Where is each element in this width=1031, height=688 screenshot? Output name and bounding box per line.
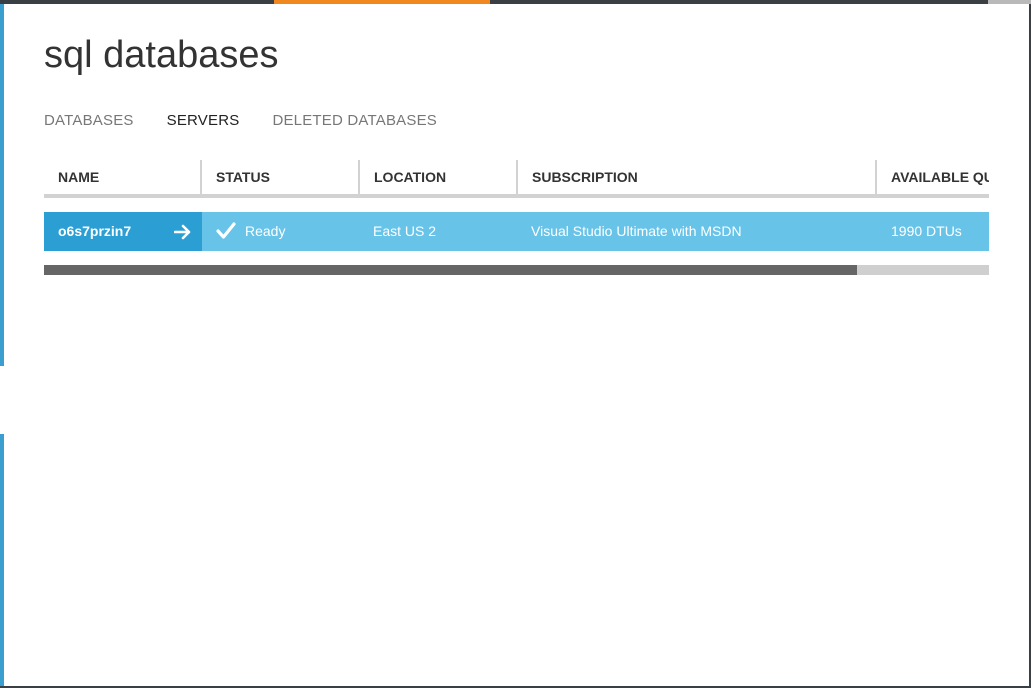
status-cell: Ready <box>202 212 358 251</box>
grid-header: NAME STATUS LOCATION SUBSCRIPTION AVAILA… <box>44 160 989 198</box>
left-edge-accent <box>0 4 4 366</box>
server-name-cell[interactable]: o6s7przin7 <box>44 212 202 251</box>
tab-servers[interactable]: SERVERS <box>167 112 240 129</box>
top-bar <box>0 0 1031 4</box>
subscription-cell: Visual Studio Ultimate with MSDN <box>531 223 742 239</box>
horizontal-scrollbar[interactable] <box>44 265 989 275</box>
location-cell: East US 2 <box>373 223 437 239</box>
available-quota-cell: 1990 DTUs <box>891 223 962 239</box>
server-name: o6s7przin7 <box>58 223 132 239</box>
column-header-name[interactable]: NAME <box>44 160 202 194</box>
left-edge-accent-lower <box>0 434 4 686</box>
column-header-status[interactable]: STATUS <box>200 160 358 194</box>
status-text: Ready <box>245 223 286 239</box>
window-corner <box>988 0 1031 4</box>
tab-databases[interactable]: DATABASES <box>44 112 134 129</box>
page-title: sql databases <box>44 34 279 76</box>
checkmark-icon <box>216 222 236 239</box>
active-tab-indicator <box>274 0 490 4</box>
column-header-available-quota[interactable]: AVAILABLE QU <box>875 160 989 194</box>
table-row[interactable]: o6s7przin7 Ready East US 2 Visual Studio… <box>44 212 989 251</box>
arrow-right-icon[interactable] <box>174 224 192 240</box>
tab-deleted-databases[interactable]: DELETED DATABASES <box>272 112 437 129</box>
servers-grid: NAME STATUS LOCATION SUBSCRIPTION AVAILA… <box>44 160 989 251</box>
column-header-subscription[interactable]: SUBSCRIPTION <box>516 160 876 194</box>
tab-bar: DATABASES SERVERS DELETED DATABASES <box>44 112 470 129</box>
scrollbar-thumb[interactable] <box>44 265 857 275</box>
column-header-location[interactable]: LOCATION <box>358 160 516 194</box>
